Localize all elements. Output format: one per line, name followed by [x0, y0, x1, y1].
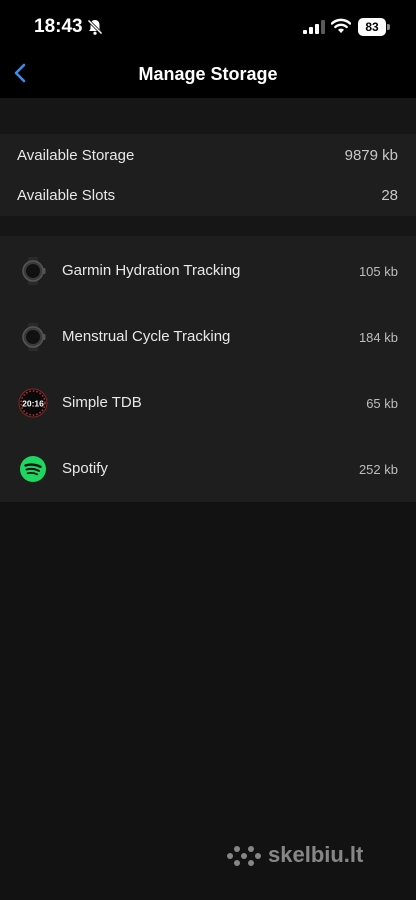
nav-bar: Manage Storage: [0, 52, 416, 98]
app-size: 184 kb: [358, 330, 398, 345]
list-item[interactable]: 20:16 Simple TDB 65 kb: [0, 369, 416, 435]
watch-icon: [22, 257, 46, 285]
section-spacer: [0, 98, 416, 134]
watermark-logo-icon: [227, 846, 261, 866]
signal-icon: [303, 20, 325, 34]
bell-slash-icon: [87, 19, 103, 35]
app-size: 105 kb: [358, 264, 398, 279]
available-storage-value: 9879 kb: [344, 147, 398, 164]
storage-summary: Available Storage 9879 kb Available Slot…: [0, 134, 416, 216]
app-name: Menstrual Cycle Tracking: [62, 328, 231, 345]
wifi-icon: [331, 18, 351, 33]
watermark-text: skelbiu.lt: [268, 842, 364, 867]
app-name: Simple TDB: [62, 394, 142, 411]
battery-level: 83: [358, 18, 386, 36]
page-title: Manage Storage: [138, 64, 278, 84]
watch-face-icon: 20:16: [18, 388, 48, 418]
app-name: Garmin Hydration Tracking: [62, 262, 241, 279]
watch-face-time: 20:16: [22, 399, 44, 409]
app-size: 65 kb: [366, 396, 398, 411]
app-size: 252 kb: [358, 462, 398, 477]
available-slots-label: Available Slots: [17, 187, 116, 204]
app-list: Garmin Hydration Tracking 105 kb Menstru…: [0, 236, 416, 502]
status-bar: 18:43 83: [0, 0, 416, 52]
watermark: skelbiu.lt: [224, 840, 394, 870]
status-time: 18:43: [34, 16, 83, 37]
available-storage-label: Available Storage: [17, 147, 135, 164]
list-item[interactable]: Spotify 252 kb: [0, 435, 416, 501]
available-storage-row: Available Storage 9879 kb: [0, 135, 416, 175]
watch-icon: [22, 323, 46, 351]
list-item[interactable]: Menstrual Cycle Tracking 184 kb: [0, 303, 416, 369]
battery-icon: 83: [358, 18, 390, 36]
section-spacer: [0, 216, 416, 236]
app-name: Spotify: [62, 460, 108, 477]
available-slots-row: Available Slots 28: [0, 175, 416, 215]
battery-cap: [387, 24, 390, 30]
list-item[interactable]: Garmin Hydration Tracking 105 kb: [0, 237, 416, 303]
spotify-icon: [20, 456, 46, 482]
available-slots-value: 28: [381, 187, 398, 204]
